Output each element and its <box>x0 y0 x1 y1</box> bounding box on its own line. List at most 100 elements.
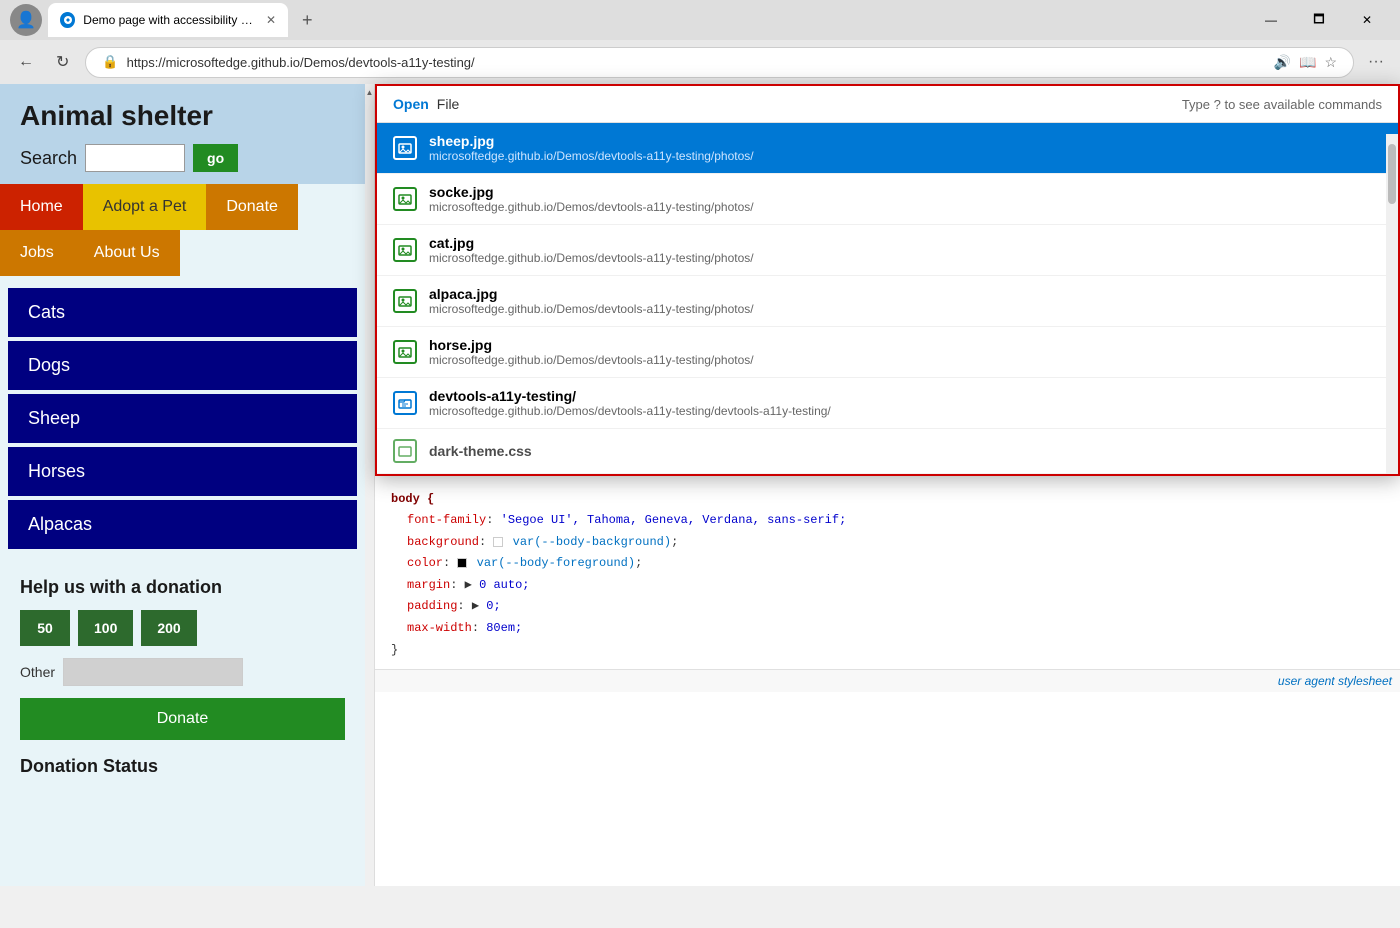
file-item-dark-theme[interactable]: dark-theme.css <box>377 429 1398 474</box>
donation-title: Help us with a donation <box>20 577 345 598</box>
scrollbar-thumb[interactable] <box>1388 144 1396 204</box>
nav-donate[interactable]: Donate <box>206 184 298 230</box>
body-rule-close: } <box>391 640 1384 662</box>
sheep-file-name: sheep.jpg <box>429 133 754 149</box>
url-icons: 🔊 📖 ☆ <box>1274 54 1337 71</box>
style-padding: padding: ▶ 0; <box>407 596 1384 618</box>
donation-section: Help us with a donation 50 100 200 Other… <box>0 561 365 756</box>
padding-arrow: ▶ <box>472 599 479 613</box>
alpaca-file-name: alpaca.jpg <box>429 286 754 302</box>
address-bar: ← ↻ 🔒 https://microsoftedge.github.io/De… <box>0 40 1400 84</box>
shelter-page: Animal shelter Search go Home Adopt a Pe… <box>0 84 365 886</box>
nav-about[interactable]: About Us <box>74 230 180 276</box>
cat-file-name: cat.jpg <box>429 235 754 251</box>
cat-file-icon <box>393 238 417 262</box>
search-input[interactable] <box>85 144 185 172</box>
style-margin: margin: ▶ 0 auto; <box>407 575 1384 597</box>
donation-status-section: Donation Status <box>0 756 365 793</box>
style-background: background: var(--body-background); <box>407 532 1384 554</box>
tab-favicon <box>60 12 75 28</box>
cat-file-path: microsoftedge.github.io/Demos/devtools-a… <box>429 251 754 265</box>
shelter-header: Animal shelter Search go <box>0 84 365 184</box>
sheep-file-icon <box>393 136 417 160</box>
animal-sheep[interactable]: Sheep <box>8 394 357 443</box>
shelter-title: Animal shelter <box>20 100 345 132</box>
amount-100[interactable]: 100 <box>78 610 133 646</box>
color-swatch <box>457 558 467 568</box>
other-amount-input[interactable] <box>63 658 243 686</box>
maximize-button[interactable]: 🗖 <box>1296 5 1342 35</box>
file-item-cat[interactable]: cat.jpg microsoftedge.github.io/Demos/de… <box>377 225 1398 276</box>
search-row: Search go <box>20 144 345 172</box>
other-label: Other <box>20 664 55 680</box>
file-item-socke[interactable]: socke.jpg microsoftedge.github.io/Demos/… <box>377 174 1398 225</box>
prop-background: background <box>407 535 479 549</box>
open-file-input[interactable] <box>463 96 1181 112</box>
open-label: Open <box>393 96 429 112</box>
tab-close-button[interactable]: ✕ <box>266 13 276 27</box>
file-item-alpaca[interactable]: alpaca.jpg microsoftedge.github.io/Demos… <box>377 276 1398 327</box>
socke-file-path: microsoftedge.github.io/Demos/devtools-a… <box>429 200 754 214</box>
animal-dogs[interactable]: Dogs <box>8 341 357 390</box>
horse-file-icon <box>393 340 417 364</box>
nav-menu: Home Adopt a Pet Donate Jobs About Us <box>0 184 365 276</box>
dark-theme-name: dark-theme.css <box>429 443 532 459</box>
scroll-up-arrow[interactable]: ▲ <box>366 88 374 97</box>
go-button[interactable]: go <box>193 144 238 172</box>
close-button[interactable]: ✕ <box>1344 5 1390 35</box>
donation-amounts: 50 100 200 <box>20 610 345 646</box>
donation-status-title: Donation Status <box>20 756 345 777</box>
prop-margin: margin <box>407 578 450 592</box>
file-item-sheep[interactable]: sheep.jpg microsoftedge.github.io/Demos/… <box>377 123 1398 174</box>
file-item-devtools-folder[interactable]: devtools-a11y-testing/ microsoftedge.git… <box>377 378 1398 429</box>
prop-padding: padding <box>407 599 457 613</box>
profile-icon[interactable]: 👤 <box>10 4 42 36</box>
css-rules-panel: element.style body { font-family: 'Segoe… <box>375 451 1400 669</box>
horse-file-info: horse.jpg microsoftedge.github.io/Demos/… <box>429 337 754 367</box>
lock-icon: 🔒 <box>102 54 118 70</box>
sheep-file-path: microsoftedge.github.io/Demos/devtools-a… <box>429 149 754 163</box>
file-label: File <box>437 96 460 112</box>
title-bar: 👤 Demo page with accessibility issu ✕ + … <box>0 0 1400 40</box>
read-aloud-icon[interactable]: 🔊 <box>1274 54 1291 71</box>
nav-adopt[interactable]: Adopt a Pet <box>83 184 207 230</box>
animal-alpacas[interactable]: Alpacas <box>8 500 357 549</box>
animal-cats[interactable]: Cats <box>8 288 357 337</box>
amount-50[interactable]: 50 <box>20 610 70 646</box>
open-file-dialog: Open File Type ? to see available comman… <box>375 84 1400 476</box>
alpaca-file-path: microsoftedge.github.io/Demos/devtools-a… <box>429 302 754 316</box>
back-button[interactable]: ← <box>12 49 40 75</box>
margin-arrow: ▶ <box>465 575 472 597</box>
window-controls: — 🗖 ✕ <box>1248 5 1390 35</box>
amount-200[interactable]: 200 <box>141 610 196 646</box>
overlay-scrollbar[interactable] <box>1386 134 1398 474</box>
val-background: var(--body-background) <box>513 535 671 549</box>
val-color: var(--body-foreground) <box>477 556 635 570</box>
url-text: https://microsoftedge.github.io/Demos/de… <box>127 55 1266 70</box>
socke-file-info: socke.jpg microsoftedge.github.io/Demos/… <box>429 184 754 214</box>
new-tab-button[interactable]: + <box>294 6 321 35</box>
reader-mode-icon[interactable]: 📖 <box>1299 54 1316 71</box>
donate-button[interactable]: Donate <box>20 698 345 740</box>
active-tab[interactable]: Demo page with accessibility issu ✕ <box>48 3 288 37</box>
nav-home[interactable]: Home <box>0 184 83 230</box>
other-amount-row: Other <box>20 658 345 686</box>
animal-horses[interactable]: Horses <box>8 447 357 496</box>
more-tools-button[interactable]: ··· <box>1364 49 1388 75</box>
cat-file-info: cat.jpg microsoftedge.github.io/Demos/de… <box>429 235 754 265</box>
devtools-folder-info: devtools-a11y-testing/ microsoftedge.git… <box>429 388 831 418</box>
nav-jobs[interactable]: Jobs <box>0 230 74 276</box>
socke-file-name: socke.jpg <box>429 184 754 200</box>
favorites-icon[interactable]: ☆ <box>1324 54 1337 71</box>
alpaca-file-icon <box>393 289 417 313</box>
tab-strip: 👤 Demo page with accessibility issu ✕ + <box>10 3 1240 37</box>
val-padding: 0; <box>486 599 500 613</box>
dark-theme-info: dark-theme.css <box>429 443 532 459</box>
devtools-scroll-area: ▲ <box>365 84 375 886</box>
refresh-button[interactable]: ↻ <box>50 48 75 76</box>
file-item-horse[interactable]: horse.jpg microsoftedge.github.io/Demos/… <box>377 327 1398 378</box>
url-bar[interactable]: 🔒 https://microsoftedge.github.io/Demos/… <box>85 47 1354 78</box>
body-selector-label: body { <box>391 492 434 506</box>
horse-file-path: microsoftedge.github.io/Demos/devtools-a… <box>429 353 754 367</box>
minimize-button[interactable]: — <box>1248 5 1294 35</box>
